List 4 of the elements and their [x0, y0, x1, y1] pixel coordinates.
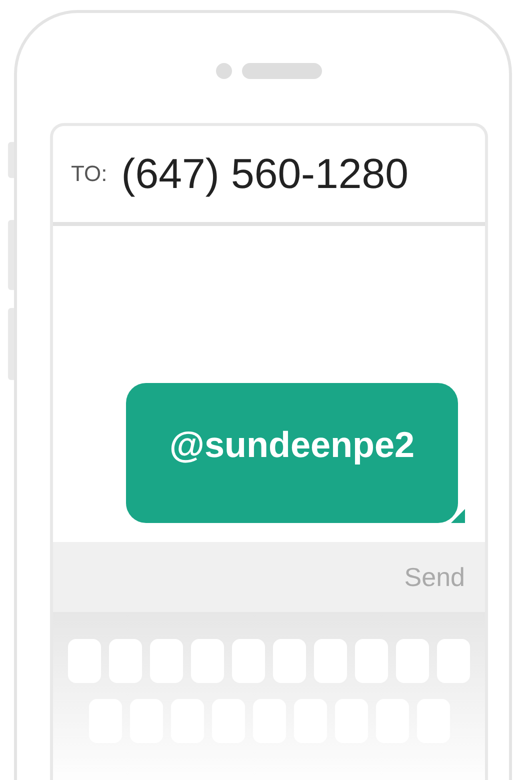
camera-icon: [216, 63, 232, 79]
speaker-icon: [242, 63, 322, 79]
phone-number: (647) 560-1280: [121, 150, 408, 198]
to-label: TO:: [71, 161, 108, 187]
